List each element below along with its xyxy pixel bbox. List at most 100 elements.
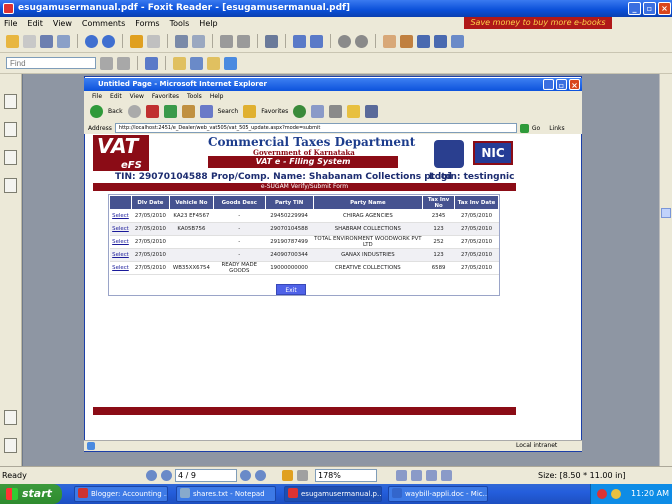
col-select [109,195,132,210]
zoom-icon[interactable] [265,34,278,48]
single-page-icon[interactable] [396,470,407,481]
site-banner: VAT eFS Commercial Taxes Department Gove… [93,135,516,172]
continuous-facing-icon[interactable] [441,470,452,481]
menu-file[interactable]: File [4,19,17,28]
menu-view[interactable]: View [53,19,72,28]
zoom-in-icon[interactable] [355,34,368,48]
start-button[interactable]: start [0,484,62,504]
task-label: waybill-appli.doc - Mic... [405,490,488,498]
redo-icon[interactable] [237,34,250,48]
vat-efs-logo: VAT eFS [93,135,149,171]
find-next-icon[interactable] [117,56,130,70]
prev-page-icon[interactable] [85,34,98,48]
menu-comments[interactable]: Comments [82,19,125,28]
properties-icon[interactable] [451,34,464,48]
vertical-scrollbar[interactable] [659,74,672,466]
ie-favorites-label: Favorites [261,108,289,115]
start-label: start [22,487,52,500]
foxit-task-icon [288,488,298,498]
promo-banner[interactable]: Save money to buy more e-books [464,17,612,29]
cell-party-tin: 29070104588 [265,222,314,236]
bookmarks-panel-icon[interactable] [4,94,17,109]
select-link[interactable]: Select [109,235,132,249]
ie-go-icon [519,123,529,133]
note-icon[interactable] [173,56,186,70]
ie-home-icon [181,105,195,118]
print-icon[interactable] [40,34,53,48]
select-link[interactable]: Select [109,248,132,262]
find-input[interactable] [6,57,96,69]
tray-icon-1[interactable] [597,489,607,499]
save-icon[interactable] [23,34,36,48]
minimize-button[interactable]: _ [628,2,641,15]
close-button[interactable]: × [658,2,671,15]
facing-icon[interactable] [426,470,437,481]
ie-forward-icon [127,105,141,118]
annotations-panel-icon[interactable] [4,150,17,165]
task-label: Blogger: Accounting ... [91,490,168,498]
attachments-panel-icon[interactable] [4,410,17,425]
next-page-nav-icon[interactable] [240,470,251,481]
select-link[interactable]: Select [109,209,132,223]
task-notepad[interactable]: shares.txt - Notepad [176,486,276,502]
undo-icon[interactable] [220,34,233,48]
fit-page-icon[interactable] [293,34,306,48]
textbox-icon[interactable] [190,56,203,70]
select-link[interactable]: Select [109,261,132,275]
exit-button[interactable]: Exit [276,284,306,295]
first-page-icon[interactable] [146,470,157,481]
maximize-button[interactable]: ▫ [643,2,656,15]
back-view-icon[interactable] [130,34,143,48]
ie-menu-favorites: Favorites [151,92,180,100]
task-word[interactable]: waybill-appli.doc - Mic... [388,486,488,502]
layers-panel-icon[interactable] [4,178,17,193]
ie-search-icon [199,105,213,118]
next-view-icon[interactable] [297,470,308,481]
signatures-panel-icon[interactable] [4,438,17,453]
department-title: Commercial Taxes Department [208,135,416,149]
cell-tax-inv-no: 123 [422,248,455,262]
zoom-out-icon[interactable] [338,34,351,48]
task-label: shares.txt - Notepad [193,490,265,498]
sticky-icon[interactable] [207,56,220,70]
comment-tool-icon[interactable] [145,56,158,70]
prev-view-icon[interactable] [282,470,293,481]
last-page-icon[interactable] [255,470,266,481]
copy-icon[interactable] [175,34,188,48]
menu-forms[interactable]: Forms [135,19,159,28]
arrow-tool-icon[interactable] [224,56,237,70]
snapshot-icon[interactable] [417,34,430,48]
prop-name-label: Prop/Comp. Name: Shabanam Collections pt… [211,172,452,182]
menu-tools[interactable]: Tools [170,19,190,28]
menu-edit[interactable]: Edit [27,19,43,28]
cell-goods-desc: - [213,209,266,223]
task-foxit[interactable]: esugamusermanual.p... [284,486,382,502]
cell-tax-inv-date: 27/05/2010 [454,209,499,223]
email-icon[interactable] [57,34,70,48]
zoom-field[interactable]: 178% [315,469,377,482]
page-number-field[interactable]: 4 / 9 [175,469,237,482]
paste-icon[interactable] [192,34,205,48]
fit-width-icon[interactable] [310,34,323,48]
cell-dlv-date: 27/05/2010 [131,235,170,249]
tray-icon-2[interactable] [611,489,621,499]
select-text-icon[interactable] [400,34,413,48]
typewriter-icon[interactable] [434,34,447,48]
table-row: Select 27/05/2010 KA05B756 - 29070104588… [109,222,499,236]
open-icon[interactable] [6,34,19,48]
prev-page-nav-icon[interactable] [161,470,172,481]
navigation-panel [0,74,22,466]
hand-tool-icon[interactable] [383,34,396,48]
next-page-icon[interactable] [102,34,115,48]
task-blogger[interactable]: Blogger: Accounting ... [74,486,168,502]
select-link[interactable]: Select [109,222,132,236]
pages-panel-icon[interactable] [4,122,17,137]
menu-help[interactable]: Help [199,19,217,28]
cell-party-name: SHABRAM COLLECTIONS [313,222,423,236]
find-prev-icon[interactable] [100,56,113,70]
forward-view-icon[interactable] [147,34,160,48]
main-toolbar [0,30,672,53]
continuous-icon[interactable] [411,470,422,481]
ie-menu-tools: Tools [187,92,202,100]
browser-icon [78,488,88,498]
